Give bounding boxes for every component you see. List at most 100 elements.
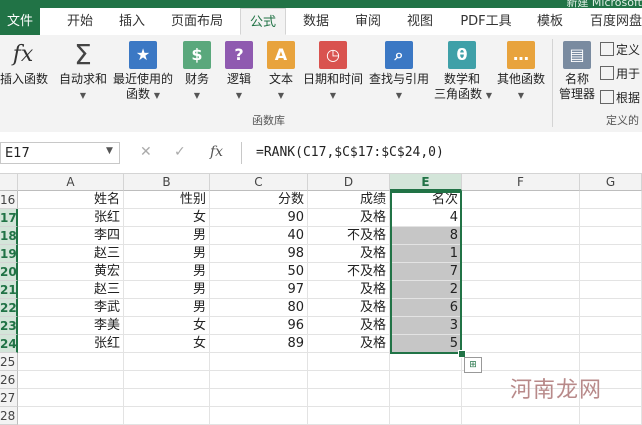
math-trig-button[interactable]: θ 数学和 三角函数 ▼ <box>434 39 492 103</box>
cell-score[interactable]: 50 <box>210 263 308 281</box>
cell[interactable] <box>390 407 462 425</box>
autosum-button[interactable]: Σ 自动求和 ▼ <box>58 39 108 101</box>
formula-input[interactable]: =RANK(C17,$C$17:$C$24,0) <box>241 142 642 164</box>
cell[interactable] <box>210 389 308 407</box>
tab-home[interactable]: 开始 <box>60 8 100 35</box>
cell[interactable] <box>462 245 580 263</box>
row-header[interactable]: 18 <box>0 227 18 245</box>
cell[interactable] <box>124 407 210 425</box>
cell-score[interactable]: 90 <box>210 209 308 227</box>
create-from-selection-button[interactable]: 根据 <box>600 89 640 106</box>
cell[interactable] <box>580 317 642 335</box>
row-header[interactable]: 26 <box>0 371 18 389</box>
cell[interactable] <box>462 299 580 317</box>
date-time-button[interactable]: ◷ 日期和时间 ▼ <box>302 39 364 101</box>
cell[interactable] <box>308 407 390 425</box>
enter-check-icon[interactable]: ✓ <box>174 144 186 160</box>
column-header-d[interactable]: D <box>308 174 390 191</box>
name-box[interactable]: E17 <box>0 142 120 164</box>
tab-baidu-netdisk[interactable]: 百度网盘 <box>584 8 642 35</box>
cell-grade[interactable]: 及格 <box>308 299 390 317</box>
text-button[interactable]: A 文本 ▼ <box>264 39 298 101</box>
cell-gender[interactable]: 男 <box>124 227 210 245</box>
logical-button[interactable]: ? 逻辑 ▼ <box>222 39 256 101</box>
use-in-formula-button[interactable]: 用于 <box>600 65 640 82</box>
cell[interactable] <box>462 209 580 227</box>
cell-grade[interactable]: 及格 <box>308 317 390 335</box>
cell-rank[interactable]: 7 <box>390 263 462 281</box>
cell-grade[interactable]: 及格 <box>308 209 390 227</box>
cell[interactable] <box>308 389 390 407</box>
cell-header-grade[interactable]: 成绩 <box>308 191 390 209</box>
cell[interactable] <box>124 353 210 371</box>
row-header[interactable]: 22 <box>0 299 18 317</box>
cell[interactable] <box>210 353 308 371</box>
row-header[interactable]: 24 <box>0 335 18 353</box>
cell-name[interactable]: 李四 <box>18 227 124 245</box>
cell[interactable] <box>580 353 642 371</box>
row-header[interactable]: 25 <box>0 353 18 371</box>
select-all-corner[interactable] <box>0 174 18 191</box>
cell-rank[interactable]: 8 <box>390 227 462 245</box>
cell-score[interactable]: 89 <box>210 335 308 353</box>
row-header[interactable]: 17 <box>0 209 18 227</box>
tab-review[interactable]: 审阅 <box>348 8 388 35</box>
cell-grade[interactable]: 及格 <box>308 245 390 263</box>
column-header-f[interactable]: F <box>462 174 580 191</box>
cell[interactable] <box>462 191 580 209</box>
row-header[interactable]: 23 <box>0 317 18 335</box>
cell-header-name[interactable]: 姓名 <box>18 191 124 209</box>
row-header[interactable]: 20 <box>0 263 18 281</box>
cell-rank-active[interactable]: 4 <box>390 209 462 227</box>
row-header[interactable]: 19 <box>0 245 18 263</box>
row-header[interactable]: 28 <box>0 407 18 425</box>
cell-header-score[interactable]: 分数 <box>210 191 308 209</box>
cell[interactable] <box>462 407 580 425</box>
cell-name[interactable]: 张红 <box>18 209 124 227</box>
cell[interactable] <box>462 281 580 299</box>
cell[interactable] <box>210 407 308 425</box>
name-manager-button[interactable]: ▤ 名称 管理器 <box>556 39 598 102</box>
column-header-c[interactable]: C <box>210 174 308 191</box>
cell[interactable] <box>462 227 580 245</box>
cell[interactable] <box>462 263 580 281</box>
cell[interactable] <box>18 389 124 407</box>
cell-grade[interactable]: 不及格 <box>308 227 390 245</box>
chevron-down-icon[interactable]: ▼ <box>106 146 113 156</box>
cell[interactable] <box>210 371 308 389</box>
cell[interactable] <box>390 371 462 389</box>
financial-button[interactable]: $ 财务 ▼ <box>180 39 214 101</box>
cell-rank[interactable]: 2 <box>390 281 462 299</box>
row-header[interactable]: 21 <box>0 281 18 299</box>
column-header-a[interactable]: A <box>18 174 124 191</box>
cell[interactable] <box>580 227 642 245</box>
cell-gender[interactable]: 女 <box>124 317 210 335</box>
cell-grade[interactable]: 及格 <box>308 335 390 353</box>
cell[interactable] <box>580 245 642 263</box>
tab-page-layout[interactable]: 页面布局 <box>165 8 229 35</box>
cell-gender[interactable]: 男 <box>124 263 210 281</box>
cell-rank[interactable]: 6 <box>390 299 462 317</box>
cell-rank[interactable]: 3 <box>390 317 462 335</box>
tab-templates[interactable]: 模板 <box>530 8 570 35</box>
cell[interactable] <box>18 371 124 389</box>
cell[interactable] <box>580 335 642 353</box>
cell-grade[interactable]: 不及格 <box>308 263 390 281</box>
cell[interactable] <box>18 407 124 425</box>
recently-used-button[interactable]: ★ 最近使用的 函数 ▼ <box>112 39 174 103</box>
cell[interactable] <box>308 371 390 389</box>
cell[interactable] <box>580 209 642 227</box>
tab-data[interactable]: 数据 <box>296 8 336 35</box>
column-header-e[interactable]: E <box>390 174 462 191</box>
cell[interactable] <box>308 353 390 371</box>
cell-name[interactable]: 黄宏 <box>18 263 124 281</box>
cell-score[interactable]: 80 <box>210 299 308 317</box>
column-header-g[interactable]: G <box>580 174 642 191</box>
cell-gender[interactable]: 女 <box>124 209 210 227</box>
cell-gender[interactable]: 男 <box>124 245 210 263</box>
cell-gender[interactable]: 女 <box>124 335 210 353</box>
cell[interactable] <box>462 335 580 353</box>
more-functions-button[interactable]: … 其他函数 ▼ <box>494 39 548 101</box>
cell[interactable] <box>18 353 124 371</box>
cell[interactable] <box>580 299 642 317</box>
